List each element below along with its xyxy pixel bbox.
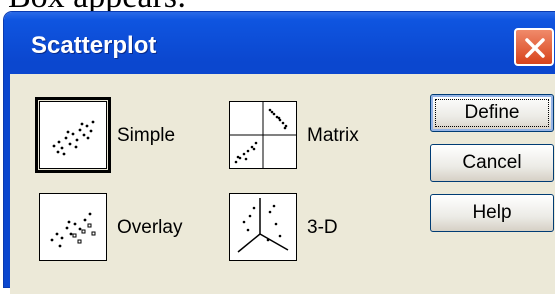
3d-scatter-icon[interactable]	[229, 193, 297, 261]
dialog-title: Scatterplot	[31, 32, 157, 59]
help-button[interactable]: Help	[430, 194, 554, 232]
cancel-button-label: Cancel	[462, 152, 522, 173]
define-button[interactable]: Define	[430, 94, 554, 132]
overlay-scatter-icon[interactable]	[39, 193, 107, 261]
option-label: Overlay	[117, 217, 183, 238]
scatterplot-dialog: Scatterplot Simple Overlay Matrix 3-D De…	[4, 12, 555, 294]
help-button-label: Help	[472, 202, 512, 223]
title-bar[interactable]: Scatterplot	[4, 12, 555, 74]
dialog-client-area: Simple Overlay Matrix 3-D Define Cancel …	[10, 74, 555, 294]
option-label: Matrix	[307, 125, 359, 146]
simple-scatter-icon[interactable]	[35, 97, 111, 173]
option-label: Simple	[117, 125, 176, 146]
close-button[interactable]	[514, 28, 554, 66]
matrix-scatter-icon[interactable]	[229, 101, 297, 169]
close-icon	[525, 38, 545, 58]
cancel-button[interactable]: Cancel	[430, 144, 554, 182]
option-label: 3-D	[307, 217, 338, 238]
